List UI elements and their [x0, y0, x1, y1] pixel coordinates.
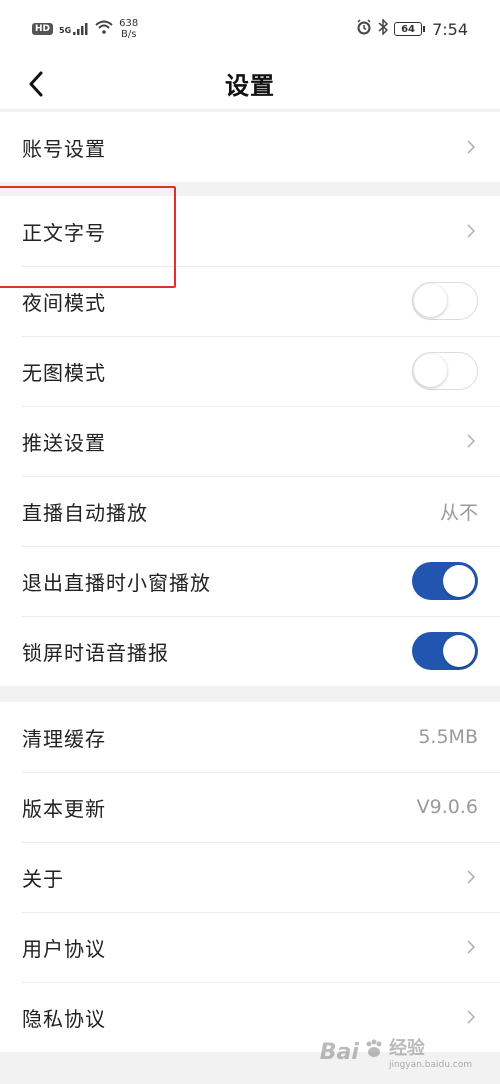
row-account-settings[interactable]: 账号设置: [0, 112, 500, 182]
paw-icon: [363, 1038, 385, 1066]
row-no-image-mode: 无图模式: [0, 336, 500, 406]
clock: 7:54: [432, 19, 468, 39]
chevron-right-icon: [464, 137, 478, 157]
row-label: 退出直播时小窗播放: [22, 570, 211, 595]
baidu-watermark: Bai 经验 jingyan.baidu.com: [320, 1034, 472, 1070]
bluetooth-icon: [378, 18, 389, 39]
row-label: 推送设置: [22, 430, 106, 455]
watermark-brand: Bai: [319, 1039, 359, 1065]
row-version-update[interactable]: 版本更新 V9.0.6: [0, 772, 500, 842]
status-right: 64 7:54: [356, 18, 468, 39]
toggle-knob: [414, 284, 447, 317]
row-label: 关于: [22, 866, 64, 891]
row-label: 隐私协议: [22, 1006, 106, 1031]
chevron-right-icon: [464, 221, 478, 241]
row-label: 版本更新: [22, 796, 106, 821]
signal-label: 5G: [59, 26, 72, 35]
autoplay-value: 从不: [439, 501, 478, 524]
page-title: 设置: [225, 72, 275, 100]
back-button[interactable]: [18, 66, 54, 102]
watermark-brand2: 经验: [388, 1038, 425, 1059]
net-speed-value: 638: [119, 18, 139, 29]
status-left: HD 5G 638 B/s: [32, 18, 138, 40]
lock-voice-toggle[interactable]: [412, 632, 478, 670]
row-user-agreement[interactable]: 用户协议: [0, 912, 500, 982]
wifi-icon: [95, 20, 113, 38]
row-lock-voice: 锁屏时语音播报: [0, 616, 500, 686]
toggle-knob: [414, 354, 447, 387]
settings-screen: HD 5G 638 B/s 64 7:54 设置 账号设置 正文字号 夜间模式 …: [0, 0, 500, 1084]
group-other: 清理缓存 5.5MB 版本更新 V9.0.6 关于 用户协议 隐私协议: [0, 702, 500, 1052]
chevron-left-icon: [29, 71, 43, 97]
net-speed-unit: B/s: [120, 29, 137, 40]
group-display: 正文字号 夜间模式 无图模式 推送设置 直播自动播放 从不 退出直播时小窗播放: [0, 196, 500, 686]
row-label: 直播自动播放: [22, 500, 148, 525]
status-bar: HD 5G 638 B/s 64 7:54: [0, 0, 500, 58]
cache-size: 5.5MB: [418, 726, 478, 748]
signal-icon: 5G: [59, 23, 89, 35]
row-clear-cache[interactable]: 清理缓存 5.5MB: [0, 702, 500, 772]
hd-badge: HD: [32, 23, 54, 35]
row-live-autoplay[interactable]: 直播自动播放 从不: [0, 476, 500, 546]
group-account: 账号设置: [0, 112, 500, 182]
chevron-right-icon: [464, 867, 478, 887]
toggle-knob: [443, 635, 475, 667]
watermark-url: jingyan.baidu.com: [388, 1060, 472, 1070]
row-push-settings[interactable]: 推送设置: [0, 406, 500, 476]
version-value: V9.0.6: [416, 796, 478, 818]
mini-window-toggle[interactable]: [412, 562, 478, 600]
row-night-mode: 夜间模式: [0, 266, 500, 336]
row-label: 正文字号: [22, 220, 106, 245]
row-label: 无图模式: [22, 360, 106, 385]
net-speed: 638 B/s: [119, 18, 138, 40]
chevron-right-icon: [464, 1007, 478, 1027]
row-mini-window: 退出直播时小窗播放: [0, 546, 500, 616]
row-label: 用户协议: [22, 936, 106, 961]
watermark-text: 经验 jingyan.baidu.com: [389, 1034, 472, 1070]
night-mode-toggle[interactable]: [412, 282, 478, 320]
chevron-right-icon: [464, 431, 478, 451]
row-about[interactable]: 关于: [0, 842, 500, 912]
no-image-mode-toggle[interactable]: [412, 352, 478, 390]
row-font-size[interactable]: 正文字号: [0, 196, 500, 266]
row-label: 锁屏时语音播报: [22, 640, 169, 665]
alarm-icon: [356, 19, 372, 39]
header-bar: 设置: [0, 58, 500, 110]
row-label: 清理缓存: [22, 726, 106, 751]
battery-level: 64: [401, 23, 416, 35]
row-label: 账号设置: [22, 136, 106, 161]
row-label: 夜间模式: [22, 290, 106, 315]
toggle-knob: [443, 565, 475, 597]
chevron-right-icon: [464, 937, 478, 957]
battery-icon: 64: [394, 22, 426, 36]
